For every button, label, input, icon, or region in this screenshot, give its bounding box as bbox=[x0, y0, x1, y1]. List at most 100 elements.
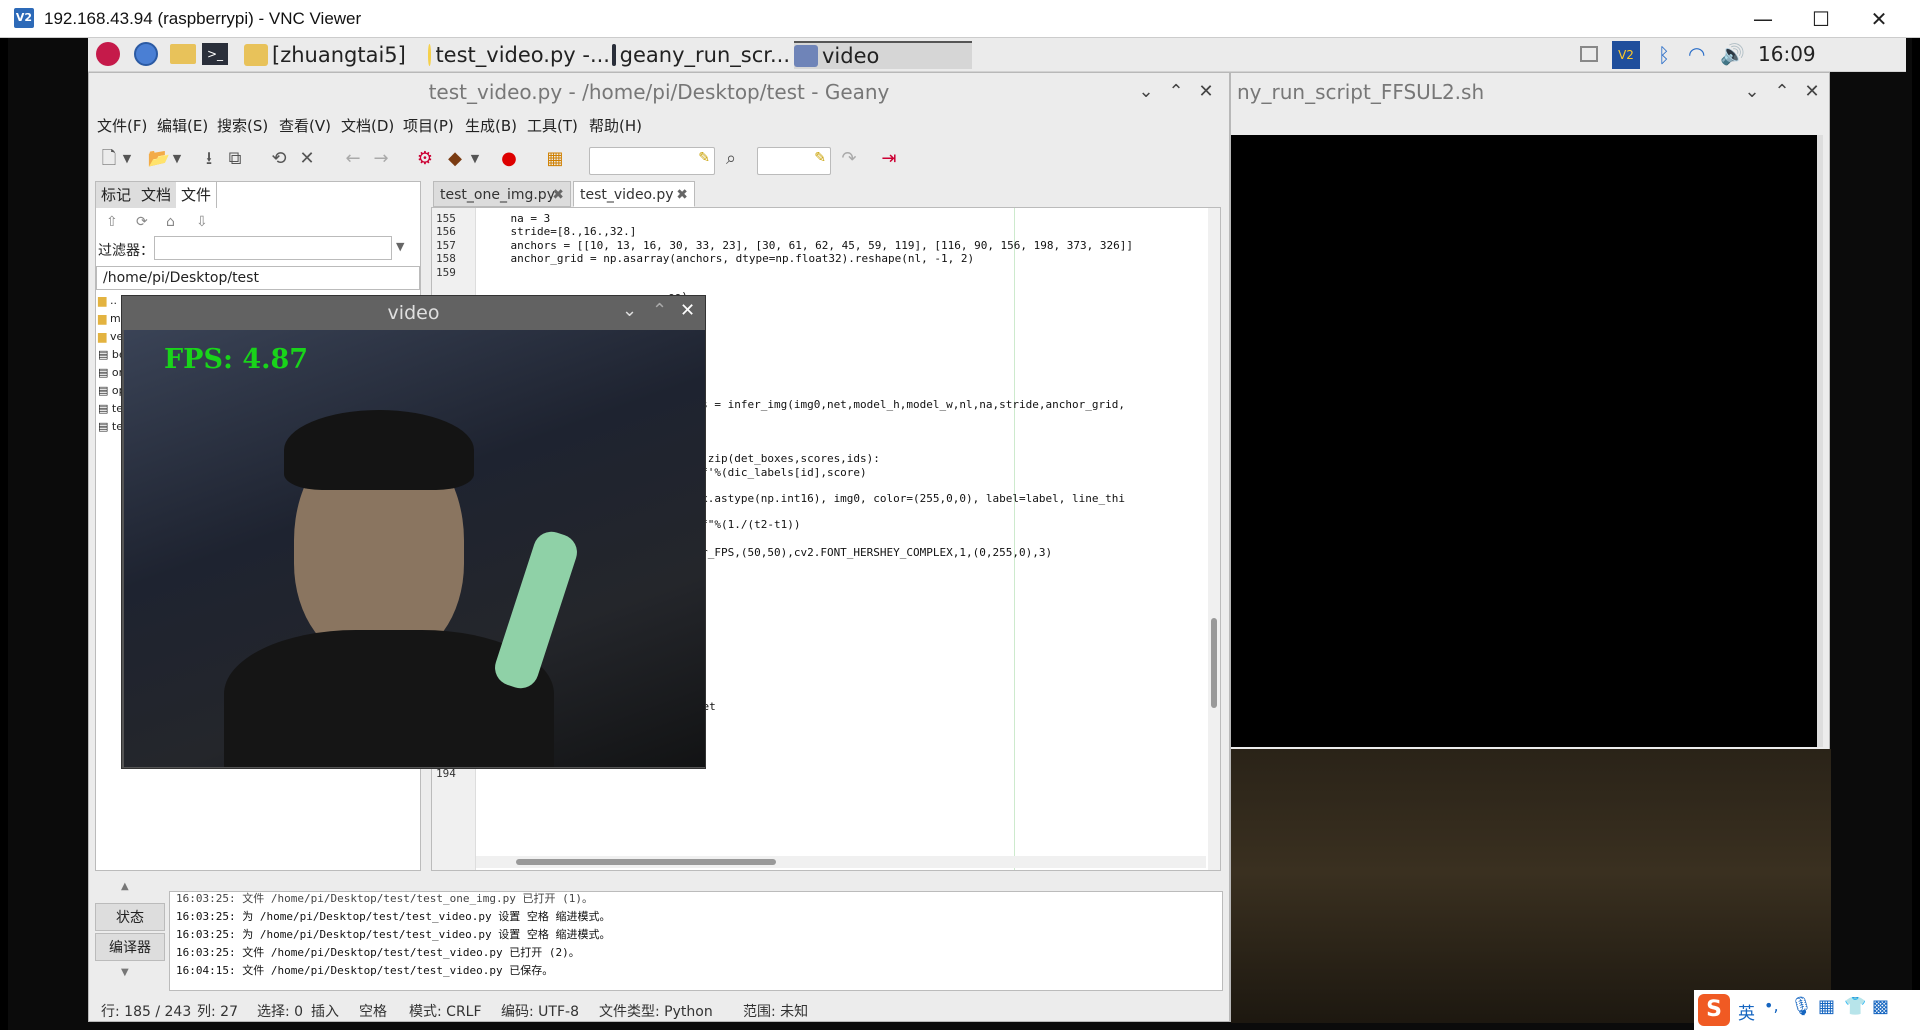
close-icon[interactable]: ✕ bbox=[1799, 79, 1825, 105]
folder-icon bbox=[244, 44, 268, 66]
close-icon[interactable]: ✖ bbox=[676, 182, 688, 208]
keyboard-icon[interactable]: ▦ bbox=[1818, 996, 1835, 1017]
menu-tools[interactable]: 工具(T) bbox=[527, 115, 578, 136]
vnc-tray-icon[interactable]: V2 bbox=[1612, 41, 1640, 69]
taskbar-item-label: [zhuangtai5] bbox=[272, 43, 406, 67]
ime-mode[interactable]: 英 bbox=[1738, 999, 1755, 1024]
vnc-title-bar: V2 192.168.43.94 (raspberrypi) - VNC Vie… bbox=[0, 0, 1920, 38]
chevron-down-icon[interactable]: ▼ bbox=[396, 240, 404, 253]
menu-search[interactable]: 搜索(S) bbox=[217, 115, 268, 136]
code-line: 155 na = 3 bbox=[432, 212, 1212, 225]
taskbar-item-folder[interactable]: [zhuangtai5] bbox=[244, 41, 424, 69]
save-icon[interactable]: ⭳ bbox=[195, 145, 223, 173]
taskbar-item-video[interactable]: video bbox=[794, 41, 972, 69]
raspberry-menu-icon[interactable] bbox=[96, 42, 120, 66]
line-number: 155 bbox=[436, 212, 456, 225]
minimize-icon[interactable]: ⌄ bbox=[622, 300, 637, 321]
goto-line-input[interactable]: ✎ bbox=[757, 147, 831, 175]
scrollbar-thumb[interactable] bbox=[1211, 618, 1217, 708]
message-list[interactable]: 16:03:25: 文件 /home/pi/Desktop/test/test_… bbox=[169, 891, 1223, 991]
status-bar: 行: 185 / 243 列: 27 选择: 0 插入 空格 模式: CRLF … bbox=[89, 1001, 1229, 1021]
camera-subject-hair bbox=[284, 410, 474, 490]
bluetooth-icon[interactable]: ᛒ bbox=[1658, 43, 1670, 67]
tab-compiler[interactable]: 编译器 bbox=[95, 933, 165, 961]
close-file-icon[interactable]: ✕ bbox=[293, 145, 321, 173]
run-icon[interactable]: ● bbox=[495, 145, 523, 173]
volume-icon[interactable]: 🔊 bbox=[1720, 42, 1745, 66]
geany-window-title: test_video.py - /home/pi/Desktop/test - … bbox=[428, 80, 890, 104]
refresh-icon[interactable]: ⟳ bbox=[136, 214, 148, 230]
back-icon[interactable]: ← bbox=[339, 145, 367, 173]
set-path-icon[interactable]: ⇩ bbox=[196, 214, 208, 230]
tab-status[interactable]: 状态 bbox=[95, 903, 165, 931]
code-text: anchor_grid = np.asarray(anchors, dtype=… bbox=[484, 252, 975, 266]
build-icon[interactable]: ◆ bbox=[441, 145, 469, 173]
search-icon[interactable]: ⌕ bbox=[717, 145, 745, 173]
close-icon[interactable]: ✕ bbox=[1850, 0, 1908, 38]
punctuation-icon[interactable]: •, bbox=[1764, 996, 1779, 1015]
close-icon[interactable]: ✕ bbox=[1193, 79, 1219, 105]
color-chooser-icon[interactable]: ▦ bbox=[541, 145, 569, 173]
terminal-launcher-icon[interactable]: >_ bbox=[202, 43, 228, 65]
clear-icon[interactable]: ✎ bbox=[698, 150, 710, 166]
filter-input[interactable] bbox=[154, 236, 392, 260]
taskbar-clock: 16:09 bbox=[1758, 42, 1816, 66]
forward-icon[interactable]: → bbox=[367, 145, 395, 173]
list-item: 16:03:25: 文件 /home/pi/Desktop/test/test_… bbox=[176, 892, 593, 905]
taskbar-item-label: geany_run_scr... bbox=[619, 43, 790, 67]
horizontal-scrollbar[interactable] bbox=[476, 856, 1206, 868]
tab-documents[interactable]: 文档 bbox=[136, 182, 178, 208]
search-input[interactable]: ✎ bbox=[589, 147, 715, 175]
chevron-down-icon[interactable]: ▼ bbox=[169, 145, 185, 173]
home-icon[interactable]: ⌂ bbox=[166, 214, 175, 230]
menu-edit[interactable]: 编辑(E) bbox=[157, 115, 208, 136]
up-icon[interactable]: ⇧ bbox=[106, 214, 118, 230]
skin-icon[interactable]: 👕 bbox=[1844, 996, 1866, 1017]
taskbar-item-geany[interactable]: test_video.py -... bbox=[428, 41, 610, 69]
microphone-icon[interactable]: 🎙 bbox=[1790, 996, 1813, 1017]
menu-project[interactable]: 项目(P) bbox=[403, 115, 454, 136]
minimize-icon[interactable]: ⌄ bbox=[1739, 79, 1765, 105]
path-select[interactable]: /home/pi/Desktop/test bbox=[96, 266, 420, 290]
chevron-down-icon[interactable]: ▼ bbox=[119, 145, 135, 173]
toolbox-icon[interactable]: ▩ bbox=[1872, 996, 1889, 1017]
save-all-icon[interactable]: ⧉ bbox=[221, 145, 249, 173]
menu-document[interactable]: 文档(D) bbox=[341, 115, 394, 136]
taskbar-item-terminal[interactable]: geany_run_scr... bbox=[612, 41, 790, 69]
maximize-icon[interactable]: ⌃ bbox=[1163, 79, 1189, 105]
list-item: 16:03:25: 为 /home/pi/Desktop/test/test_v… bbox=[176, 928, 611, 941]
chevron-down-icon[interactable]: ▼ bbox=[467, 145, 483, 173]
minimize-icon[interactable]: ⌄ bbox=[1133, 79, 1159, 105]
terminal-output[interactable] bbox=[1231, 135, 1823, 747]
goto-icon[interactable]: ↷ bbox=[835, 145, 863, 173]
wifi-icon[interactable]: ◠ bbox=[1688, 42, 1705, 66]
browser-icon[interactable] bbox=[134, 42, 158, 66]
sogou-ime-icon[interactable]: S bbox=[1698, 994, 1730, 1026]
maximize-icon[interactable]: ⌃ bbox=[652, 300, 667, 321]
code-text: na = 3 bbox=[484, 212, 551, 225]
status-indent: 空格 bbox=[359, 1004, 387, 1020]
close-icon[interactable]: ✖ bbox=[552, 182, 564, 208]
quit-icon[interactable]: ⇥ bbox=[875, 145, 903, 173]
status-eol: 模式: CRLF bbox=[409, 1004, 482, 1020]
menu-view[interactable]: 查看(V) bbox=[279, 115, 331, 136]
tab-files[interactable]: 文件 bbox=[176, 182, 218, 208]
compile-icon[interactable]: ⚙ bbox=[411, 145, 439, 173]
maximize-icon[interactable]: ☐ bbox=[1792, 0, 1850, 38]
minimize-icon[interactable]: — bbox=[1734, 0, 1792, 38]
chevron-up-icon[interactable]: ▲ bbox=[121, 881, 129, 892]
menu-file[interactable]: 文件(F) bbox=[97, 115, 147, 136]
chevron-down-icon[interactable]: ▼ bbox=[121, 967, 129, 978]
tab-test-one-img[interactable]: test_one_img.py ✖ bbox=[433, 181, 571, 207]
clear-icon[interactable]: ✎ bbox=[814, 150, 826, 166]
close-icon[interactable]: ✕ bbox=[680, 300, 695, 321]
maximize-icon[interactable]: ⌃ bbox=[1769, 79, 1795, 105]
reload-icon[interactable]: ⟲ bbox=[265, 145, 293, 173]
tab-symbols[interactable]: 标记 bbox=[96, 182, 138, 208]
menu-build[interactable]: 生成(B) bbox=[465, 115, 517, 136]
scrollbar-thumb[interactable] bbox=[516, 859, 776, 865]
file-manager-icon[interactable] bbox=[170, 44, 196, 64]
tab-test-video[interactable]: test_video.py ✖ bbox=[573, 181, 695, 207]
status-filetype: 文件类型: Python bbox=[599, 1004, 713, 1020]
menu-help[interactable]: 帮助(H) bbox=[589, 115, 642, 136]
